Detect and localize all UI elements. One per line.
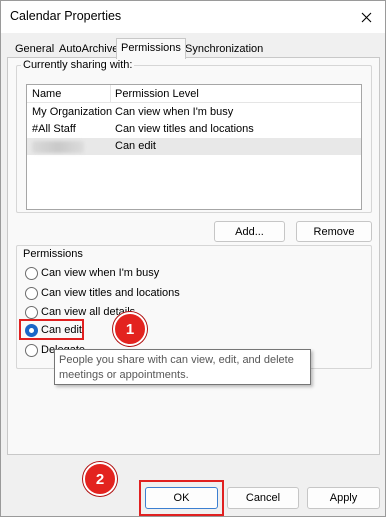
list-header: Name Permission Level (27, 85, 361, 103)
list-item[interactable]: My Organization Can view when I'm busy (27, 104, 361, 121)
radio-can-view-busy[interactable]: Can view when I'm busy (25, 265, 159, 281)
can-edit-tooltip: People you share with can view, edit, an… (54, 349, 311, 385)
tab-strip: General AutoArchive Permissions Synchron… (7, 38, 381, 59)
permissions-group-label: Permissions (21, 248, 85, 260)
add-button[interactable]: Add... (214, 221, 285, 242)
radio-button[interactable] (25, 343, 38, 357)
sharing-group-label: Currently sharing with: (21, 59, 135, 71)
tab-synchronization[interactable]: Synchronization (181, 41, 267, 58)
tab-general[interactable]: General (11, 41, 58, 58)
tab-permissions[interactable]: Permissions (116, 38, 186, 59)
radio-button[interactable] (25, 305, 38, 319)
title-bar: Calendar Properties (1, 1, 385, 33)
tab-autoarchive[interactable]: AutoArchive (55, 41, 122, 58)
column-header-name[interactable]: Name (32, 88, 61, 100)
close-icon (361, 12, 371, 22)
apply-button[interactable]: Apply (307, 487, 380, 509)
list-item-level: Can view titles and locations (115, 123, 254, 135)
list-item-level: Can view when I'm busy (115, 106, 234, 118)
radio-button[interactable] (25, 286, 38, 300)
redacted-name (32, 141, 84, 153)
dialog-title: Calendar Properties (10, 9, 122, 23)
list-item-name: My Organization (32, 106, 113, 118)
radio-label: Can view titles and locations (41, 287, 180, 299)
list-item-selected[interactable]: Can edit (27, 138, 361, 155)
ok-highlight-box (139, 480, 224, 516)
step-badge-2: 2 (83, 462, 117, 496)
list-item-level: Can edit (115, 140, 156, 152)
radio-button[interactable] (25, 266, 38, 280)
list-item[interactable]: #All Staff Can view titles and locations (27, 121, 361, 138)
close-button[interactable] (353, 5, 379, 29)
calendar-properties-dialog: Calendar Properties General AutoArchive … (0, 0, 386, 517)
column-header-permission-level[interactable]: Permission Level (110, 85, 199, 103)
radio-can-view-titles[interactable]: Can view titles and locations (25, 285, 180, 301)
step-badge-1: 1 (113, 312, 147, 346)
remove-button[interactable]: Remove (296, 221, 372, 242)
radio-label: Can view when I'm busy (41, 267, 160, 279)
list-item-name: #All Staff (32, 123, 76, 135)
sharing-list[interactable]: Name Permission Level My Organization Ca… (26, 84, 362, 210)
can-edit-highlight-box (19, 319, 84, 340)
cancel-button[interactable]: Cancel (227, 487, 299, 509)
